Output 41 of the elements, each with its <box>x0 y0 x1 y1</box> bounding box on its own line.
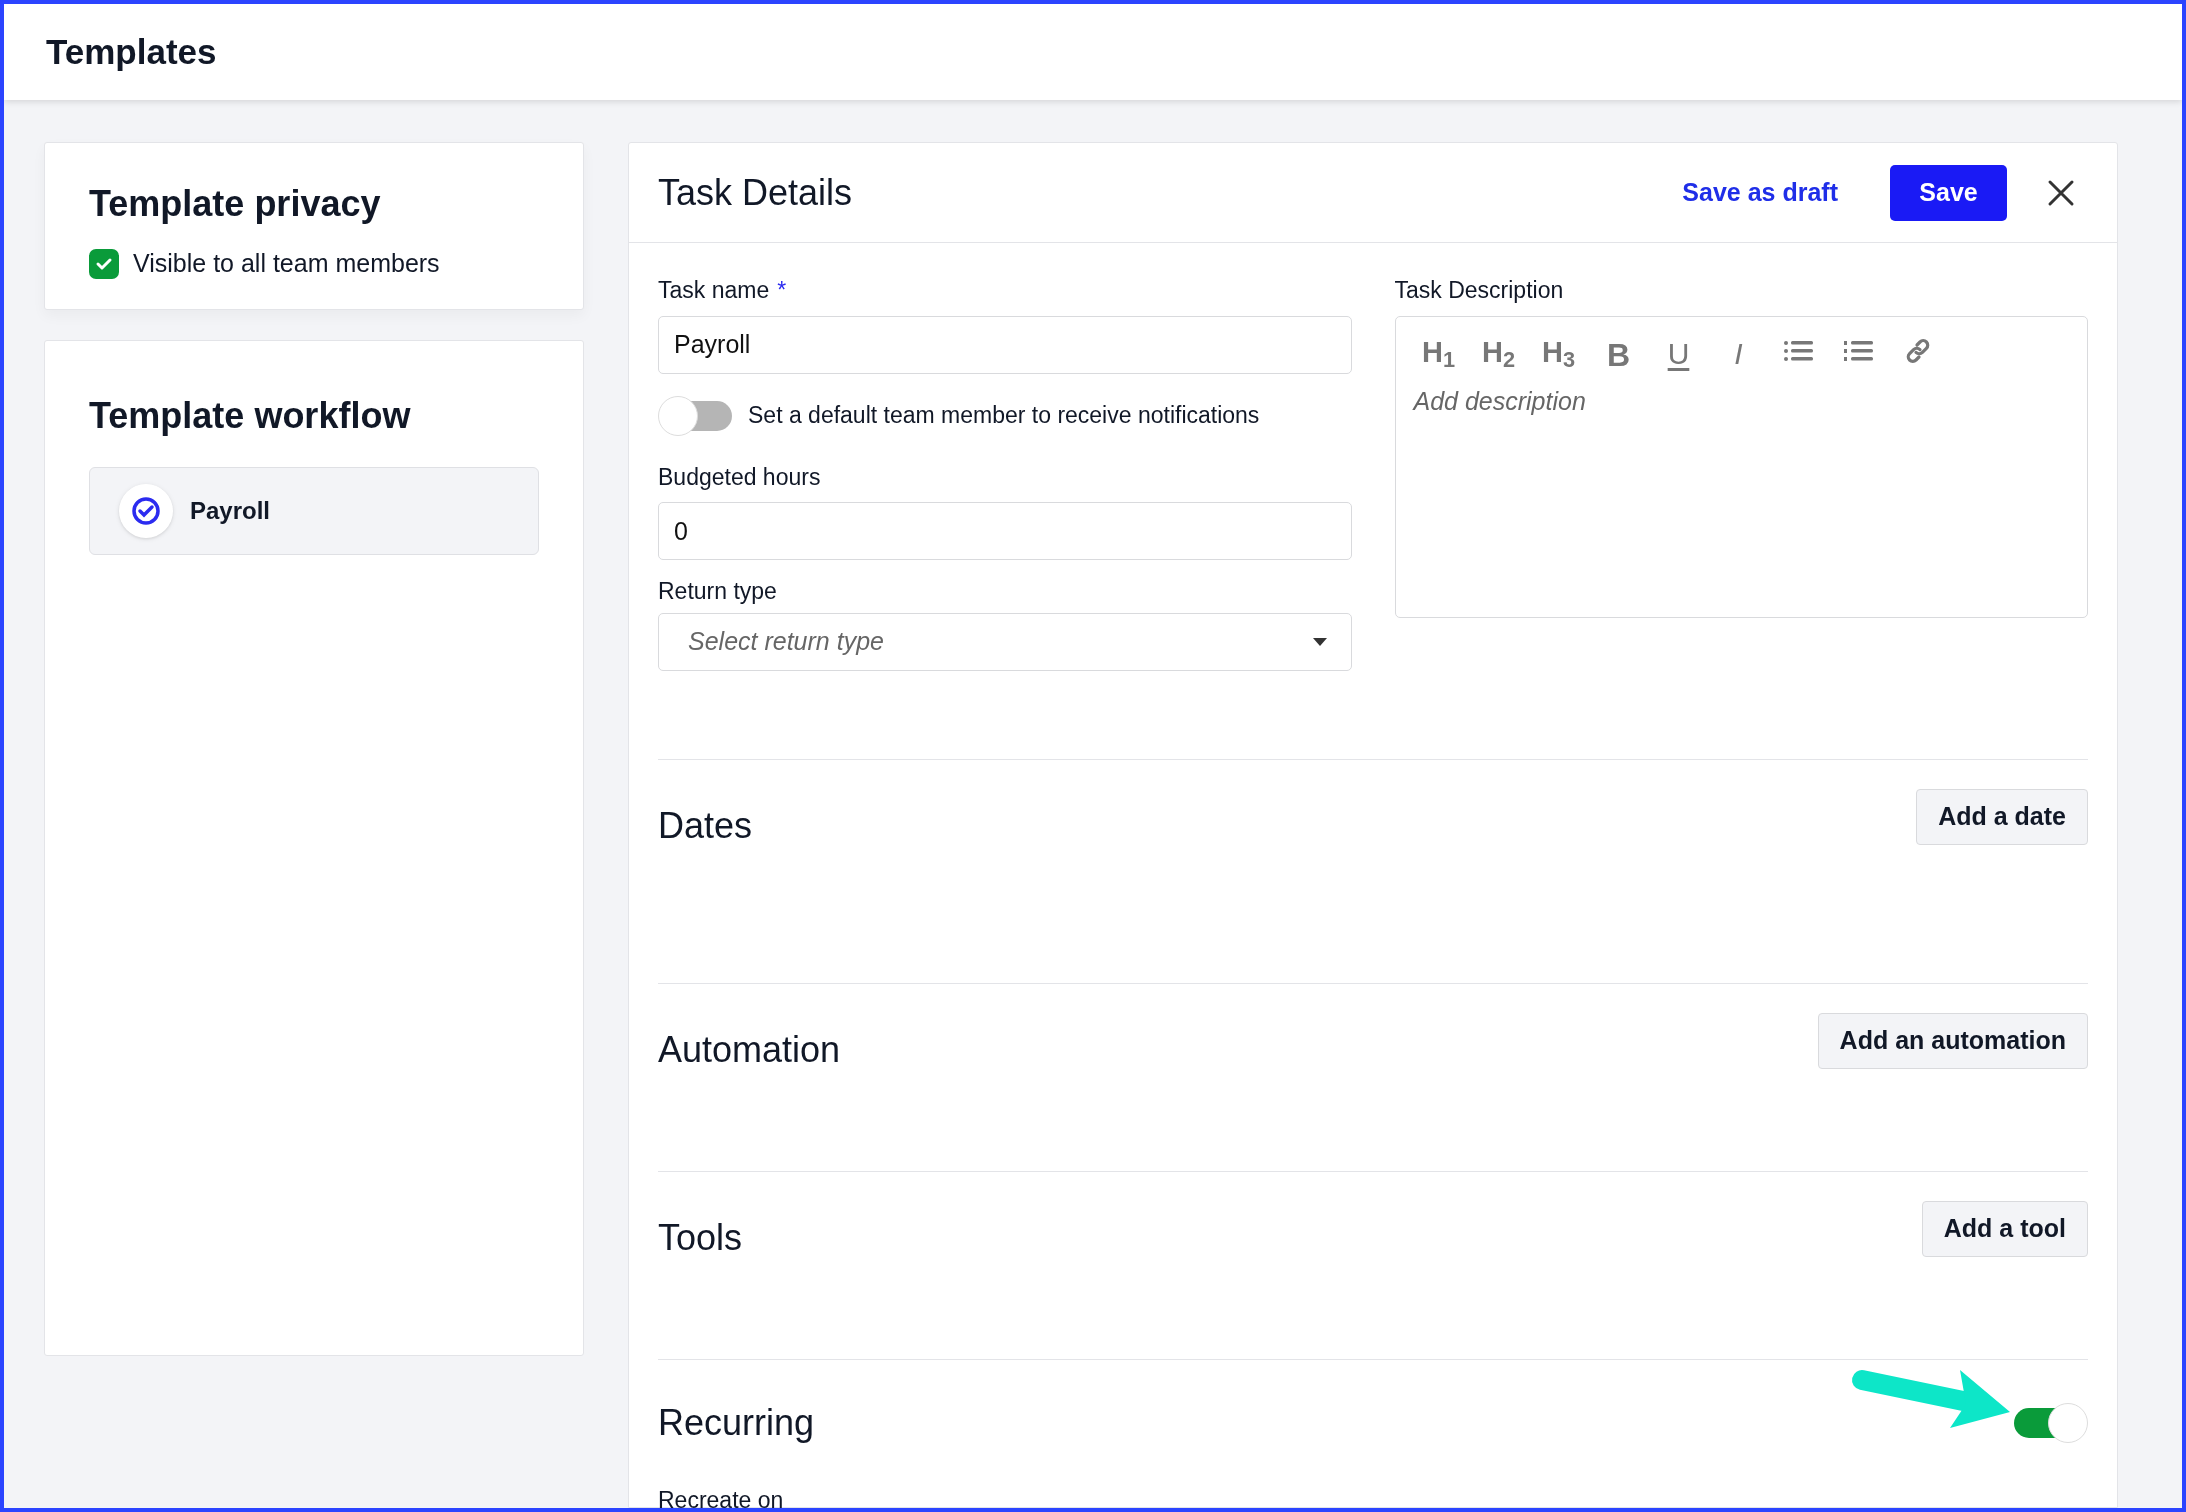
save-draft-link[interactable]: Save as draft <box>1664 164 1856 221</box>
checkbox-label: Visible to all team members <box>133 248 440 279</box>
bold-button[interactable]: B <box>1589 330 1648 371</box>
close-icon <box>2047 178 2075 207</box>
add-button[interactable]: Add a date <box>1916 789 2088 845</box>
heading-button[interactable]: H$_{3}$ <box>1529 330 1588 371</box>
text-field[interactable]: Payroll <box>658 315 1352 374</box>
field-label: Task Description <box>1394 276 1565 305</box>
description-placeholder: Add description <box>1411 385 1587 417</box>
save-button[interactable]: Save <box>1890 164 2007 221</box>
section-title: Recurring <box>658 1401 815 1445</box>
underline-button[interactable]: U <box>1649 330 1708 371</box>
add-button[interactable]: Add a tool <box>1921 1201 2088 1257</box>
heading-button[interactable]: H$_{2}$ <box>1469 330 1528 371</box>
section-title: Dates <box>658 804 754 848</box>
required-mark: * <box>777 276 787 305</box>
section-title: Tools <box>658 1216 744 1260</box>
bullet-list-icon <box>1783 339 1814 362</box>
field-label: Return type <box>658 577 778 606</box>
toggle-label: Set a default team member to receive notifications <box>748 401 1260 431</box>
check-circle-icon <box>118 483 174 539</box>
toggle-switch[interactable] <box>2012 1403 2088 1443</box>
heading-button[interactable]: H$_{1}$ <box>1409 330 1468 371</box>
toggle-switch[interactable] <box>658 395 734 436</box>
field-label: Budgeted hours <box>658 462 822 492</box>
field-label: Recreate on <box>658 1486 785 1508</box>
workflow-item[interactable]: Payroll <box>89 467 539 555</box>
field-label: Task name <box>658 276 770 305</box>
numbered-list-icon <box>1843 339 1874 362</box>
italic-button[interactable]: I <box>1709 330 1768 371</box>
add-button[interactable]: Add an automation <box>1817 1013 2088 1069</box>
card-title: Template workflow <box>89 394 412 438</box>
number-field[interactable]: 0 <box>658 502 1352 560</box>
description-editor[interactable]: H$_{1}$ H$_{2}$ H$_{3}$ B U I Add description <box>1394 315 2088 618</box>
page-title: Templates <box>46 30 217 73</box>
checkbox[interactable] <box>89 248 119 279</box>
select-field[interactable]: Select return type <box>658 612 1352 671</box>
card-title: Template privacy <box>89 182 382 226</box>
caret-icon <box>1312 637 1327 646</box>
section-title: Automation <box>658 1028 842 1072</box>
panel-title: Task Details <box>658 170 854 215</box>
